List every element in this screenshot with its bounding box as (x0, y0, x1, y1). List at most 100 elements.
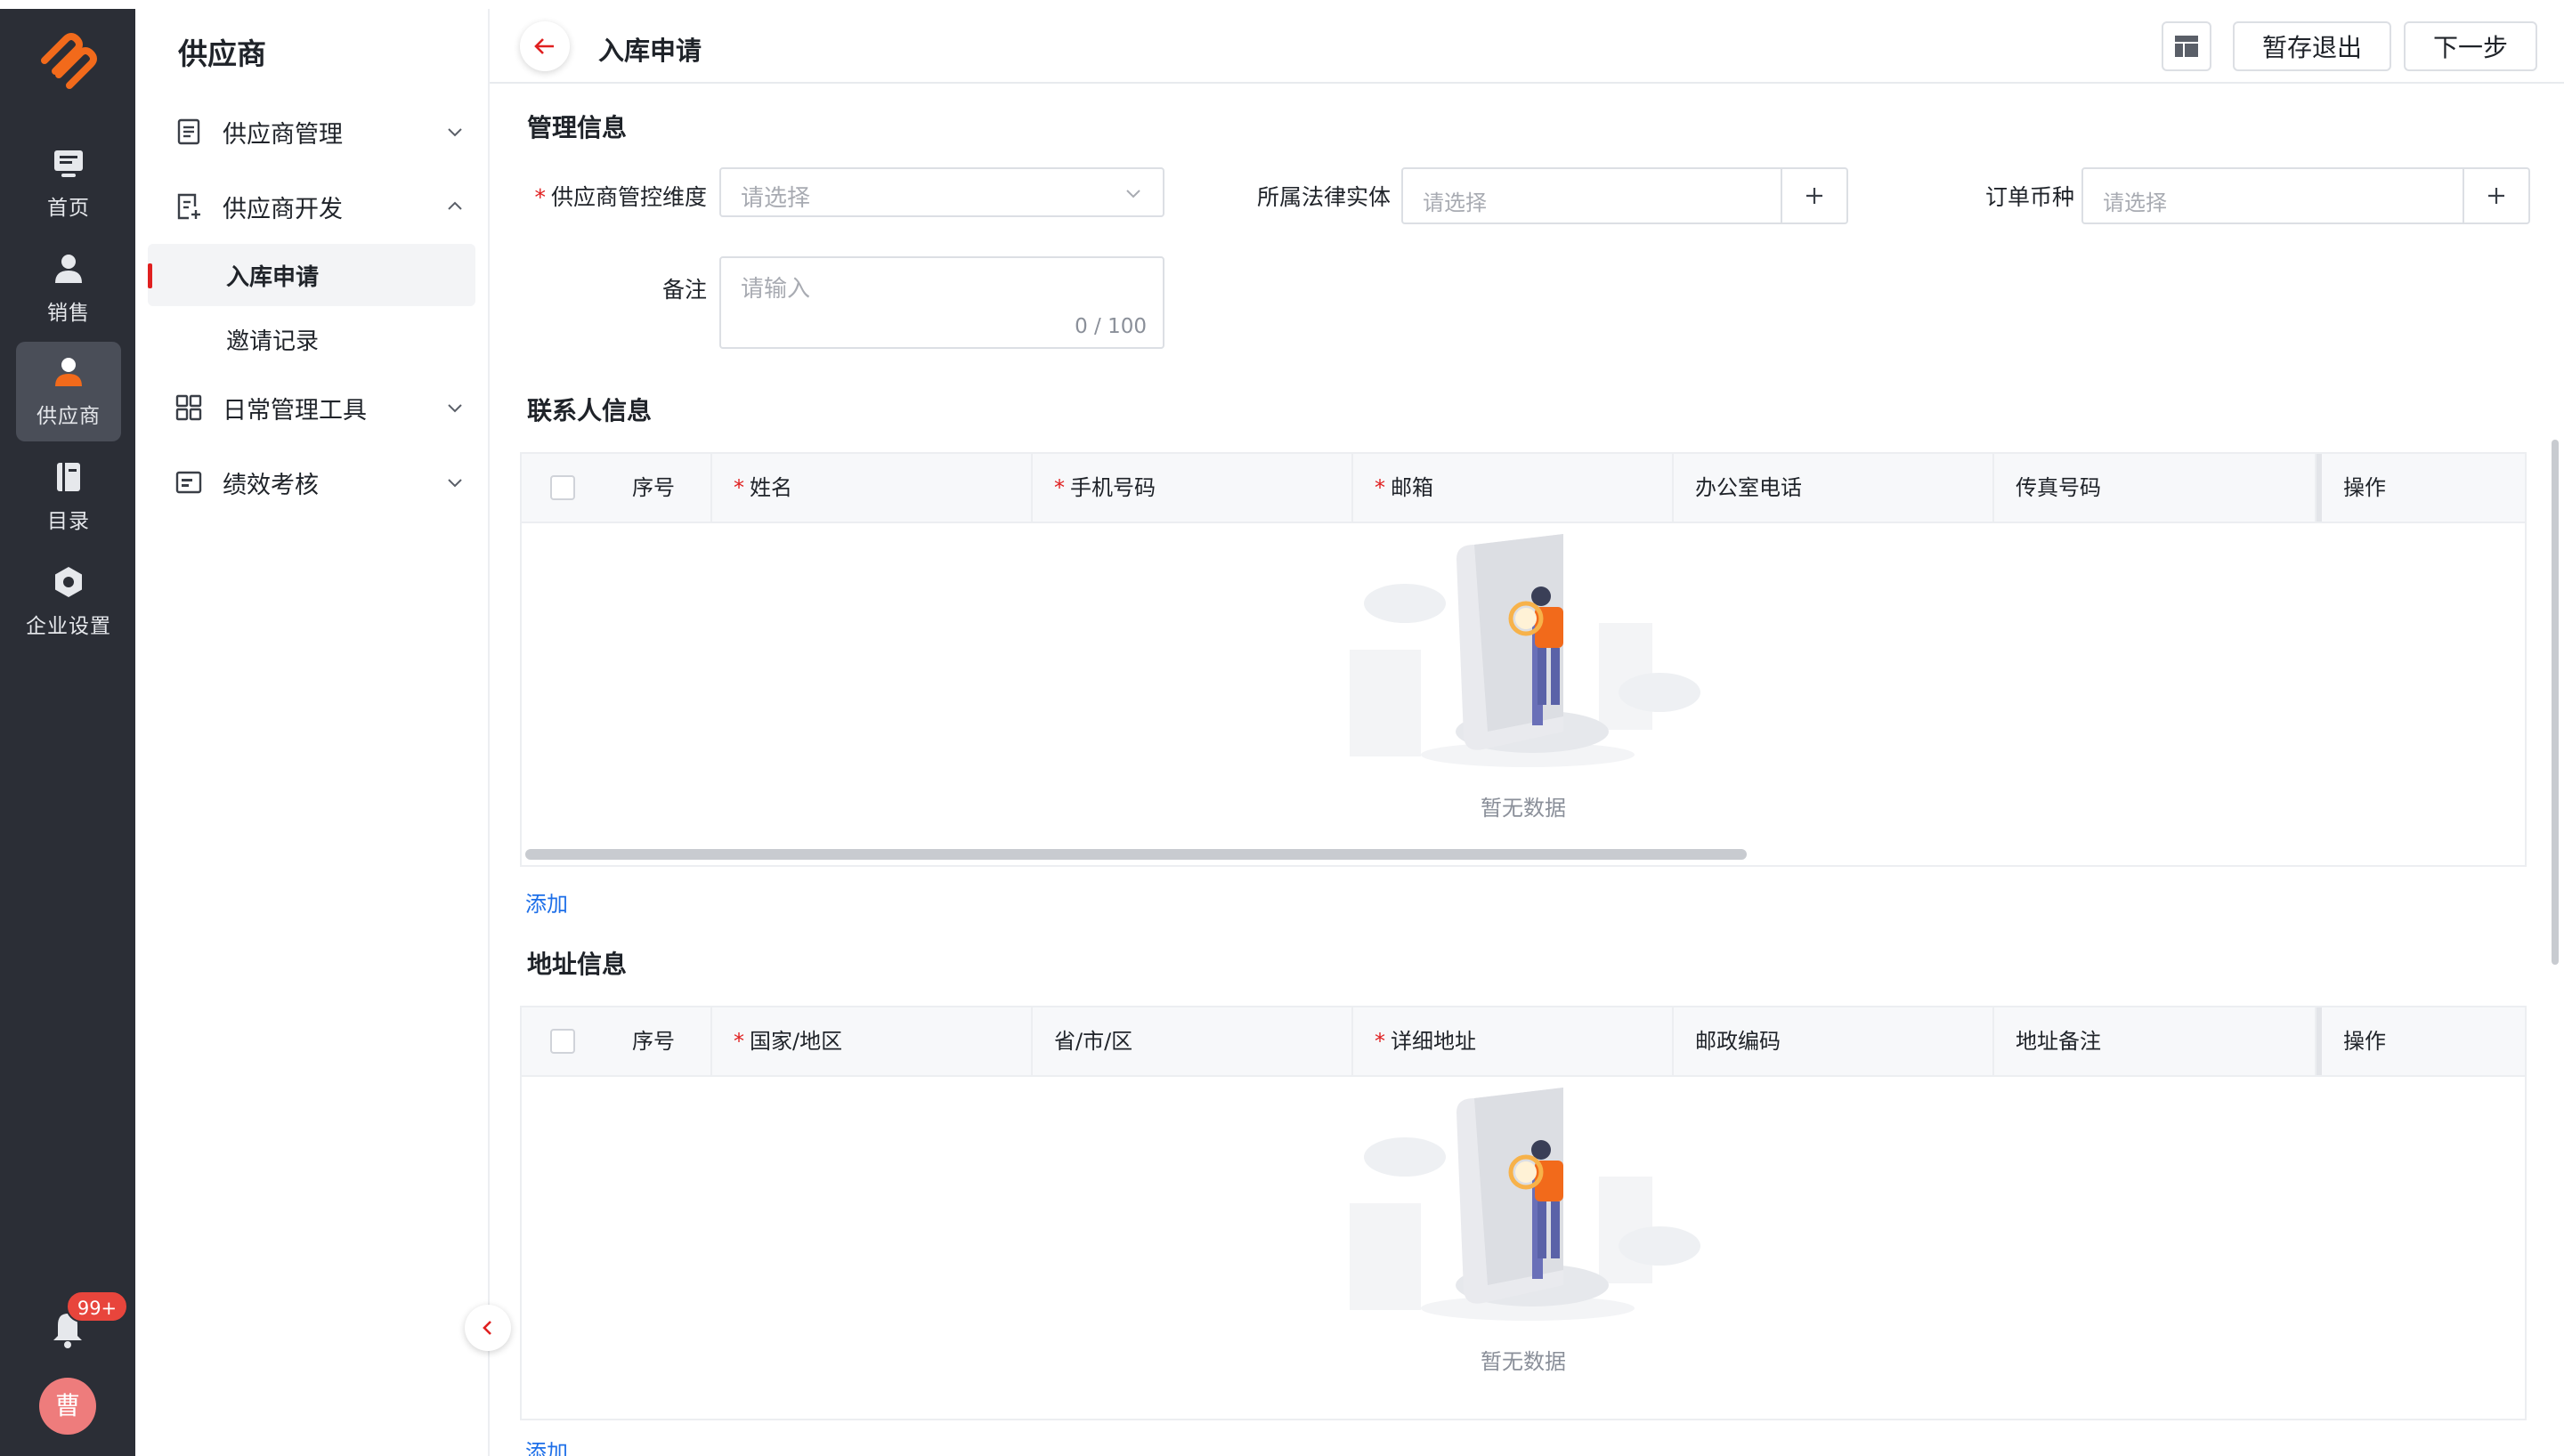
char-counter: 0 / 100 (1075, 315, 1147, 338)
order-currency-label: 订单币种 (1984, 184, 2074, 210)
select-all-checkbox[interactable] (550, 1029, 575, 1054)
column-header-text: 手机号码 (1070, 475, 1156, 500)
column-header: 省/市/区 (1033, 1007, 1353, 1075)
chevron-down-icon (1126, 190, 1140, 198)
select-all-checkbox[interactable] (550, 475, 575, 500)
column-header: 操作 (2317, 454, 2525, 522)
chevron-up-icon (448, 201, 462, 210)
empty-illustration-icon (1350, 534, 1700, 767)
nav-group-performance[interactable]: 绩效考核 (174, 454, 468, 511)
nav-sub-invitation-records[interactable]: 邀请记录 (148, 308, 475, 370)
avatar[interactable]: 曹 (39, 1378, 96, 1435)
vertical-scrollbar[interactable] (2552, 440, 2559, 965)
rail-item-sales[interactable]: 销售 (16, 239, 121, 338)
order-currency-field[interactable]: 请选择 (2081, 167, 2530, 224)
control-dimension-label: * 供应商管控维度 (529, 180, 707, 212)
save-and-exit-button[interactable]: 暂存退出 (2233, 21, 2391, 71)
column-header: 操作 (2317, 1007, 2525, 1075)
addresses-table: 序号 * 国家/地区 省/市/区 * 详细地址 邮政编码 地址备注 操作 暂无数… (520, 1006, 2527, 1420)
chevron-down-icon (448, 479, 462, 488)
empty-text: 暂无数据 (1481, 1349, 1566, 1374)
rail-item-label: 供应商 (37, 405, 101, 428)
nav-group-label: 供应商管理 (223, 120, 343, 149)
horizontal-scrollbar[interactable] (525, 849, 1747, 860)
document-icon (177, 118, 200, 145)
chevron-down-icon (448, 404, 462, 413)
column-header-text: 邮箱 (1391, 475, 1433, 500)
legal-entity-field[interactable]: 请选择 (1401, 167, 1848, 224)
column-header: * 邮箱 (1353, 454, 1674, 522)
column-header: * 姓名 (712, 454, 1033, 522)
empty-state: 暂无数据 (522, 1077, 2525, 1420)
page-header: 入库申请 暂存退出 下一步 (490, 9, 2564, 84)
rail-item-label: 目录 (47, 510, 90, 533)
nav-sub-inbound-application[interactable]: 入库申请 (148, 244, 475, 306)
select-placeholder: 请选择 (741, 185, 811, 212)
rail-item-settings[interactable]: 企业设置 (16, 552, 121, 651)
rail-item-catalog[interactable]: 目录 (16, 447, 121, 546)
column-header-text: 国家/地区 (750, 1029, 843, 1054)
column-header-text: 姓名 (750, 475, 792, 500)
column-header-text: 详细地址 (1391, 1029, 1476, 1054)
column-header: 序号 (611, 1007, 712, 1075)
required-asterisk: * (534, 184, 546, 210)
add-legal-entity-button[interactable] (1781, 169, 1846, 222)
document-add-icon (177, 193, 200, 220)
top-strip (0, 0, 135, 9)
column-header: 办公室电话 (1674, 454, 1994, 522)
section-title-management: 管理信息 (527, 113, 628, 142)
empty-text: 暂无数据 (1481, 796, 1566, 821)
nav-group-label: 绩效考核 (223, 471, 319, 499)
nav-group-daily-tools[interactable]: 日常管理工具 (174, 379, 468, 436)
column-header: * 国家/地区 (712, 1007, 1033, 1075)
remark-textarea[interactable]: 请输入 0 / 100 (719, 256, 1164, 349)
nav-sub-label: 邀请记录 (226, 328, 320, 355)
page-title: 入库申请 (598, 36, 702, 66)
plus-icon (1806, 188, 1822, 204)
column-header: * 手机号码 (1033, 454, 1353, 522)
legal-entity-label: 所属法律实体 (1256, 184, 1391, 210)
required-asterisk: * (734, 1029, 744, 1054)
grid-icon (175, 394, 202, 421)
add-address-link[interactable]: 添加 (525, 1435, 568, 1456)
user-icon (55, 255, 82, 283)
back-button[interactable] (520, 21, 570, 71)
rail-item-label: 销售 (47, 302, 90, 325)
field-label-text: 供应商管控维度 (550, 184, 707, 210)
nav-group-label: 供应商开发 (223, 195, 343, 223)
table-header: 序号 * 国家/地区 省/市/区 * 详细地址 邮政编码 地址备注 操作 (522, 1007, 2525, 1077)
control-dimension-select[interactable]: 请选择 (719, 167, 1164, 217)
layout-toggle-button[interactable] (2162, 21, 2211, 71)
rail-item-label: 企业设置 (26, 615, 111, 638)
user-orange-icon (55, 358, 82, 386)
contacts-table: 序号 * 姓名 * 手机号码 * 邮箱 办公室电话 传真号码 操作 暂无数据 (520, 452, 2527, 867)
app-root: 首页 销售 供应商 目录 企业设置 99+ 曹 供应商 供应商管理 供应商开发 … (0, 0, 2564, 1456)
subnav-title: 供应商 (178, 36, 266, 71)
column-header: * 详细地址 (1353, 1007, 1674, 1075)
empty-illustration-icon (1350, 1088, 1700, 1321)
add-contact-link[interactable]: 添加 (525, 886, 568, 918)
nav-group-label: 日常管理工具 (223, 396, 367, 425)
required-asterisk: * (1375, 1029, 1385, 1054)
nav-sub-label: 入库申请 (226, 263, 320, 291)
next-step-button[interactable]: 下一步 (2404, 21, 2537, 71)
secondary-nav: 供应商 供应商管理 供应商开发 入库申请 邀请记录 日常管理工具 绩效考核 (135, 9, 490, 1456)
nav-group-supplier-management[interactable]: 供应商管理 (174, 103, 468, 160)
notification-badge: 99+ (66, 1290, 128, 1323)
column-header: 传真号码 (1994, 454, 2317, 522)
rail-item-supplier[interactable]: 供应商 (16, 342, 121, 441)
card-icon (175, 471, 202, 494)
rail-item-label: 首页 (47, 197, 90, 220)
empty-state: 暂无数据 (522, 523, 2525, 867)
nav-group-supplier-development[interactable]: 供应商开发 (174, 178, 468, 235)
section-title-addresses: 地址信息 (527, 950, 628, 979)
required-asterisk: * (1054, 475, 1065, 500)
rail-item-home[interactable]: 首页 (16, 133, 121, 233)
section-title-contacts: 联系人信息 (527, 396, 653, 425)
required-asterisk: * (1375, 475, 1385, 500)
column-header: 邮政编码 (1674, 1007, 1994, 1075)
column-header: 地址备注 (1994, 1007, 2317, 1075)
add-currency-button[interactable] (2463, 169, 2528, 222)
column-header: 序号 (611, 454, 712, 522)
icon-rail: 首页 销售 供应商 目录 企业设置 99+ 曹 (0, 0, 135, 1456)
